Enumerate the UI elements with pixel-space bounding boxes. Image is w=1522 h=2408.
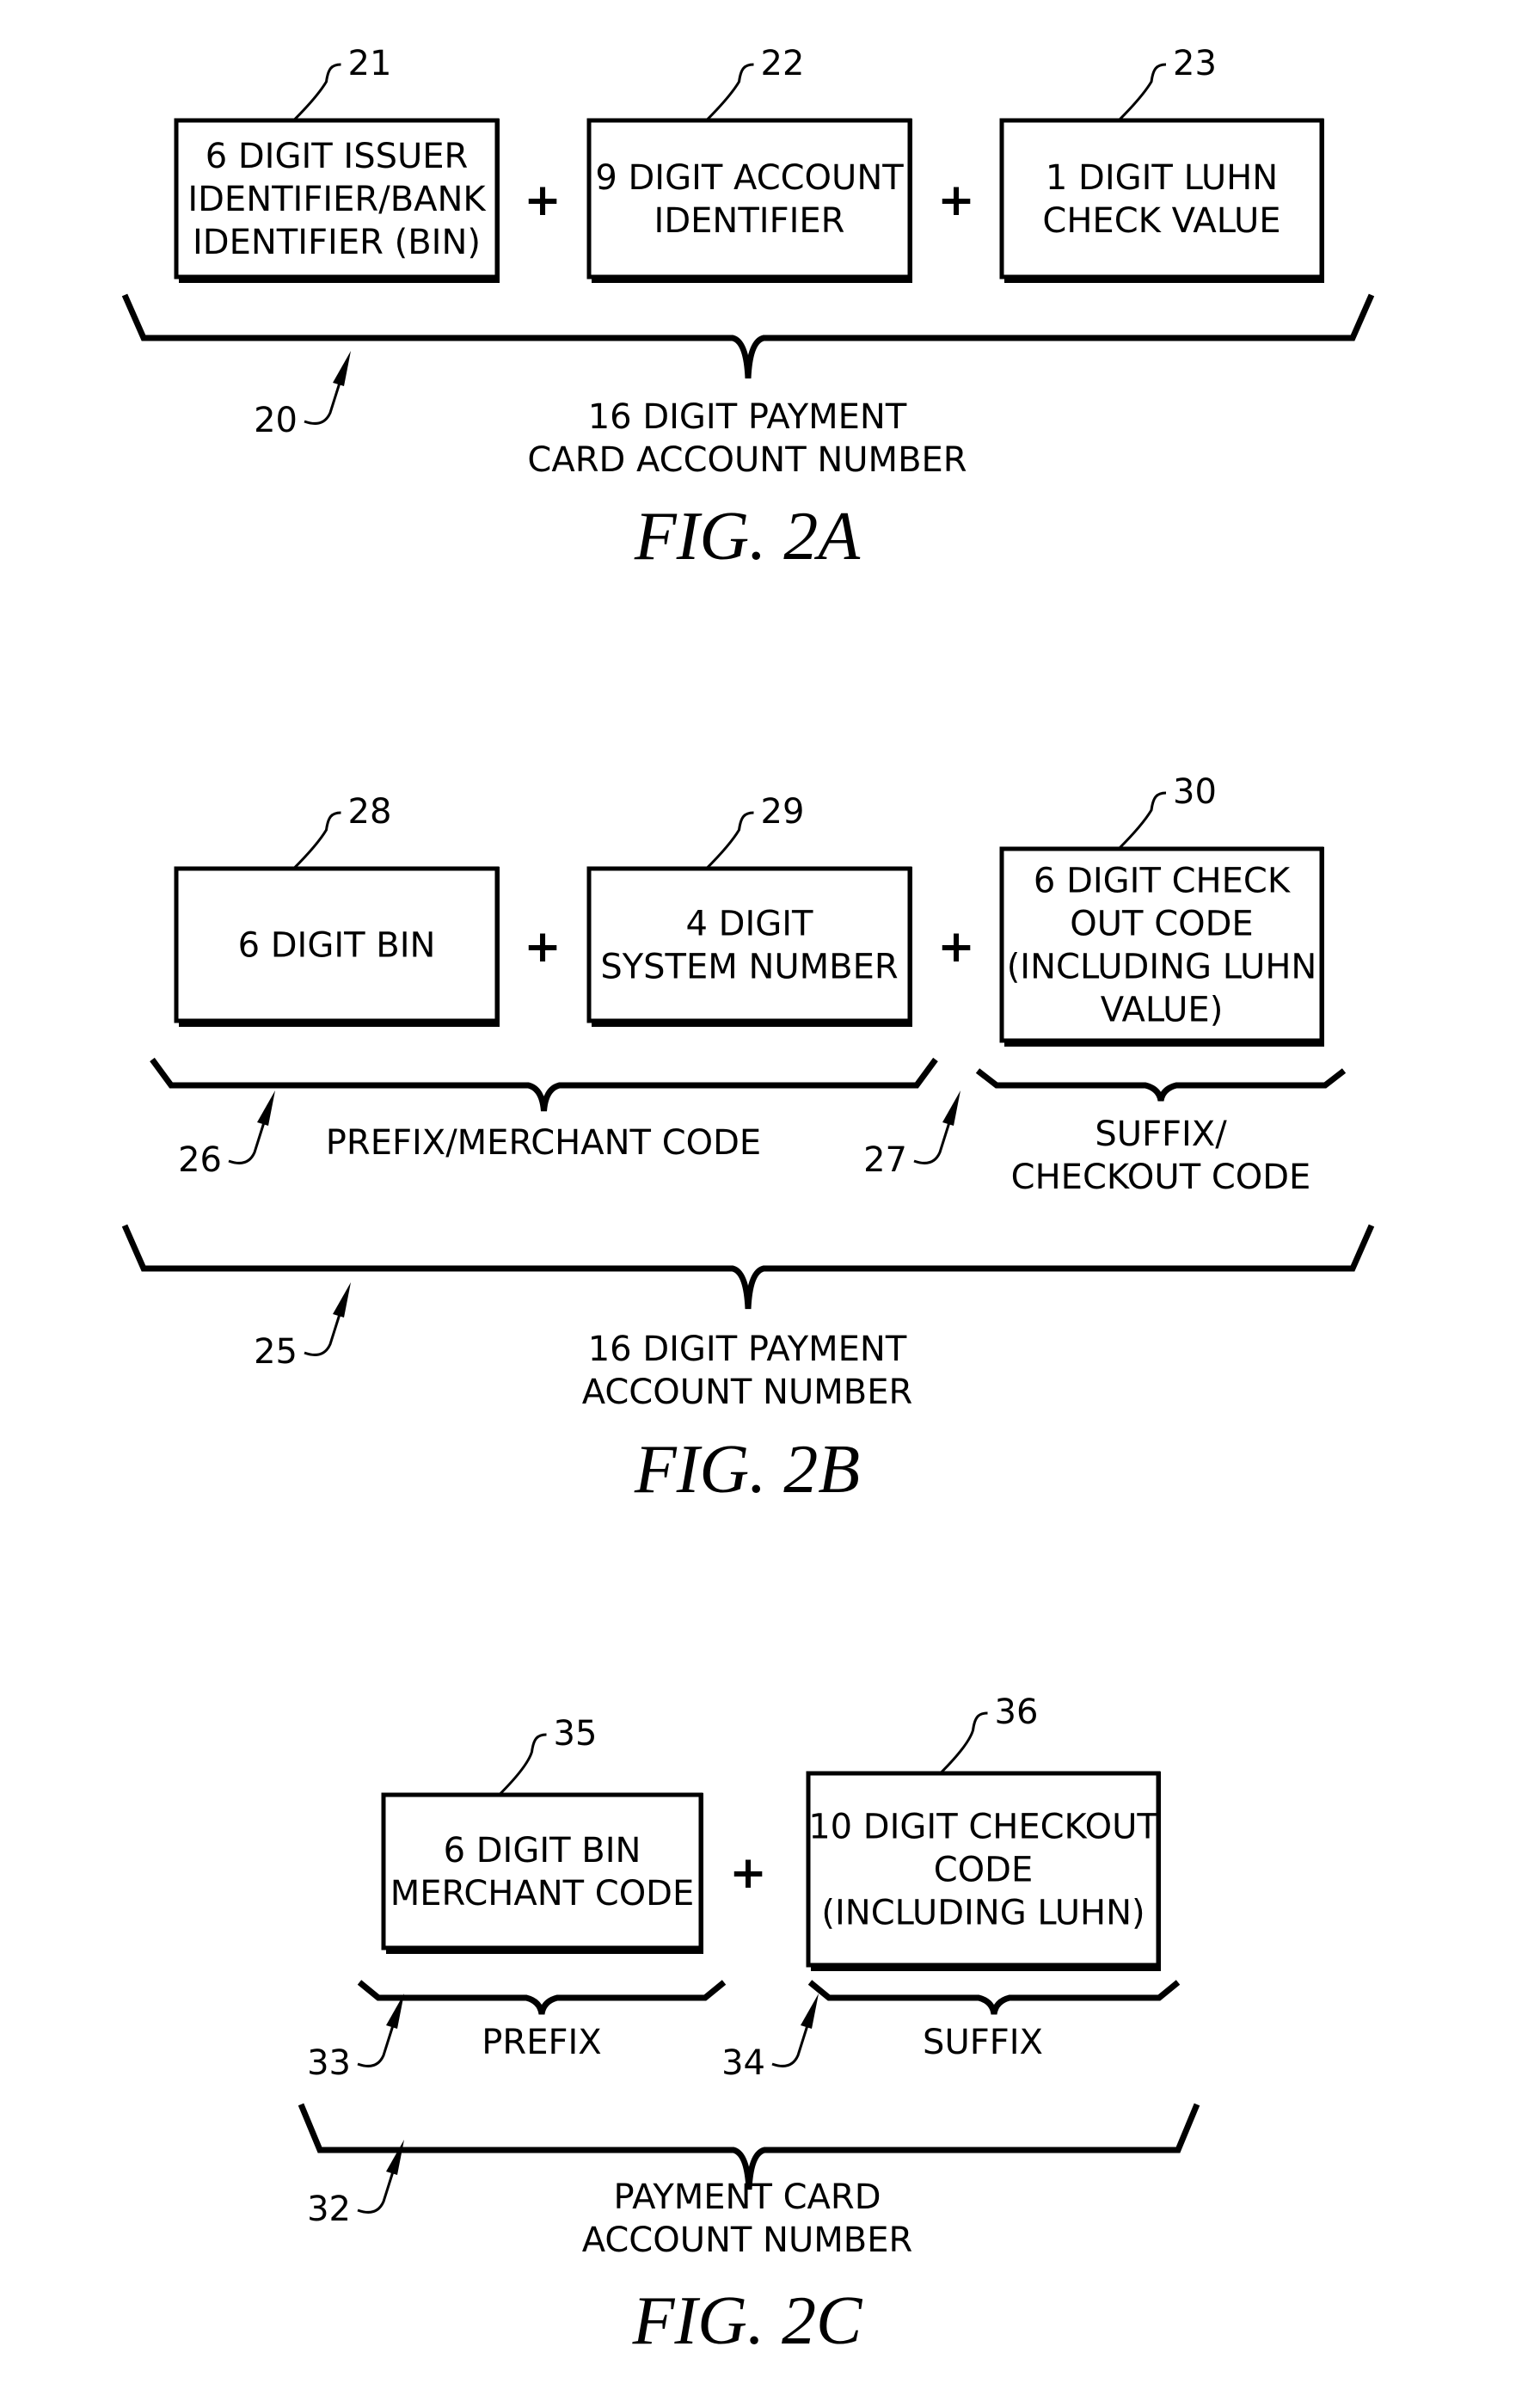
plus-operator: +: [937, 175, 975, 226]
component-box: 4 DIGIT SYSTEM NUMBER: [586, 866, 912, 1027]
box-label-line: 6 DIGIT ISSUER: [206, 137, 469, 176]
reference-numeral: 32: [307, 2190, 351, 2229]
leader-line: [939, 1711, 988, 1775]
total-label-line: 16 DIGIT PAYMENT: [588, 397, 907, 437]
leader-arrow: [357, 2022, 396, 2067]
total-brace: [121, 1224, 1375, 1310]
reference-numeral: 27: [863, 1140, 907, 1180]
reference-numeral: 23: [1173, 44, 1217, 83]
box-outline: [586, 118, 912, 280]
leader-arrow: [771, 2022, 810, 2067]
leader-line: [705, 63, 754, 122]
leader-arrow: [228, 1119, 267, 1164]
box-label-line: OUT CODE: [1070, 905, 1253, 944]
figure-caption: FIG. 2C: [632, 2283, 863, 2359]
figure-caption: FIG. 2A: [634, 499, 861, 574]
box-label-line: VALUE): [1101, 991, 1224, 1030]
box-label-line: (INCLUDING LUHN: [1007, 948, 1317, 987]
component-box: 6 DIGIT BIN MERCHANT CODE: [381, 1792, 703, 1954]
component-box: 6 DIGIT ISSUER IDENTIFIER/BANK IDENTIFIER …: [174, 118, 500, 283]
component-box: 1 DIGIT LUHNCHECK VALUE: [999, 118, 1324, 283]
arrowhead-icon: [333, 351, 351, 386]
arrowhead-icon: [257, 1090, 275, 1126]
reference-numeral: 30: [1173, 772, 1217, 812]
box-label-line: 1 DIGIT LUHN: [1046, 158, 1278, 198]
box-label-line: 9 DIGIT ACCOUNT: [595, 158, 904, 198]
box-outline: [381, 1792, 703, 1950]
leader-arrow: [913, 1119, 952, 1164]
plus-operator: +: [937, 921, 975, 973]
reference-numeral: 35: [554, 1714, 598, 1754]
total-label-line: CARD ACCOUNT NUMBER: [527, 440, 967, 480]
plus-operator: +: [729, 1847, 767, 1899]
box-label-line: IDENTIFIER (BIN): [193, 223, 481, 262]
box-label-line: IDENTIFIER/BANK: [187, 180, 487, 219]
box-label-line: (INCLUDING LUHN): [821, 1894, 1145, 1933]
leader-line: [498, 1733, 547, 1797]
component-box: 9 DIGIT ACCOUNTIDENTIFIER: [586, 118, 912, 283]
box-label-line: CHECK VALUE: [1042, 201, 1280, 241]
total-label-line: 16 DIGIT PAYMENT: [588, 1330, 907, 1369]
plus-operator: +: [524, 175, 562, 226]
plus-operator: +: [524, 921, 562, 973]
box-label-line: 6 DIGIT BIN: [444, 1831, 641, 1870]
leader-line: [1117, 791, 1167, 851]
total-label-line: ACCOUNT NUMBER: [582, 1373, 913, 1412]
reference-numeral: 20: [254, 401, 298, 440]
component-box: 6 DIGIT CHECK OUT CODE (INCLUDING LUHN VALU…: [999, 846, 1324, 1047]
component-box: 10 DIGIT CHECKOUT CODE (INCLUDING LUHN): [806, 1771, 1161, 1971]
group-label-line: PREFIX/MERCHANT CODE: [326, 1123, 761, 1163]
group-label-line: SUFFIX: [923, 2023, 1043, 2062]
reference-numeral: 34: [721, 2043, 765, 2083]
box-label-line: IDENTIFIER: [654, 201, 845, 241]
group-label-line: CHECKOUT CODE: [1011, 1158, 1311, 1197]
leader-line: [292, 811, 341, 870]
box-label-line: 10 DIGIT CHECKOUT: [808, 1808, 1158, 1847]
reference-numeral: 22: [761, 44, 805, 83]
box-label-line: SYSTEM NUMBER: [600, 948, 898, 987]
arrowhead-icon: [942, 1090, 960, 1126]
leader-arrow: [304, 1311, 342, 1356]
reference-numeral: 21: [348, 44, 392, 83]
leader-arrow: [304, 379, 342, 425]
box-outline: [586, 866, 912, 1023]
reference-numeral: 25: [254, 1332, 298, 1372]
leader-line: [1117, 63, 1167, 122]
group-label-line: SUFFIX/: [1095, 1115, 1227, 1154]
total-label-line: ACCOUNT NUMBER: [582, 2221, 913, 2260]
reference-numeral: 29: [761, 792, 805, 832]
reference-numeral: 28: [348, 792, 392, 832]
reference-numeral: 33: [307, 2043, 351, 2083]
leader-line: [292, 63, 341, 122]
arrowhead-icon: [333, 1282, 351, 1318]
leader-arrow: [357, 2168, 396, 2214]
box-label-line: 6 DIGIT CHECK: [1034, 862, 1292, 901]
total-brace: [121, 293, 1375, 379]
box-label-line: 6 DIGIT BIN: [238, 926, 436, 966]
arrowhead-icon: [801, 1993, 819, 2029]
total-label-line: PAYMENT CARD: [614, 2178, 881, 2217]
leader-line: [705, 811, 754, 870]
box-outline: [999, 118, 1324, 280]
group-label-line: PREFIX: [482, 2023, 601, 2062]
patent-diagram: 6 DIGIT ISSUER IDENTIFIER/BANK IDENTIFIER …: [121, 44, 1375, 2359]
arrowhead-icon: [386, 2140, 404, 2175]
box-label-line: 4 DIGIT: [686, 905, 814, 944]
prefix-brace: [357, 1980, 727, 2015]
figure-2b: 6 DIGIT BIN 28 4 DIGIT SYSTEM NUMBER 29 6 DIG…: [121, 772, 1375, 1508]
figure-2a: 6 DIGIT ISSUER IDENTIFIER/BANK IDENTIFIER …: [121, 44, 1375, 574]
box-label-line: CODE: [934, 1851, 1034, 1890]
suffix-brace: [975, 1068, 1347, 1102]
figure-caption: FIG. 2B: [634, 1432, 860, 1508]
component-box: 6 DIGIT BIN: [174, 866, 500, 1027]
suffix-brace: [807, 1980, 1181, 2015]
reference-numeral: 26: [178, 1140, 222, 1180]
reference-numeral: 36: [995, 1692, 1039, 1732]
figure-2c: 6 DIGIT BIN MERCHANT CODE 35 10 DIGIT CHECK…: [298, 1692, 1200, 2359]
box-label-line: MERCHANT CODE: [390, 1874, 695, 1914]
